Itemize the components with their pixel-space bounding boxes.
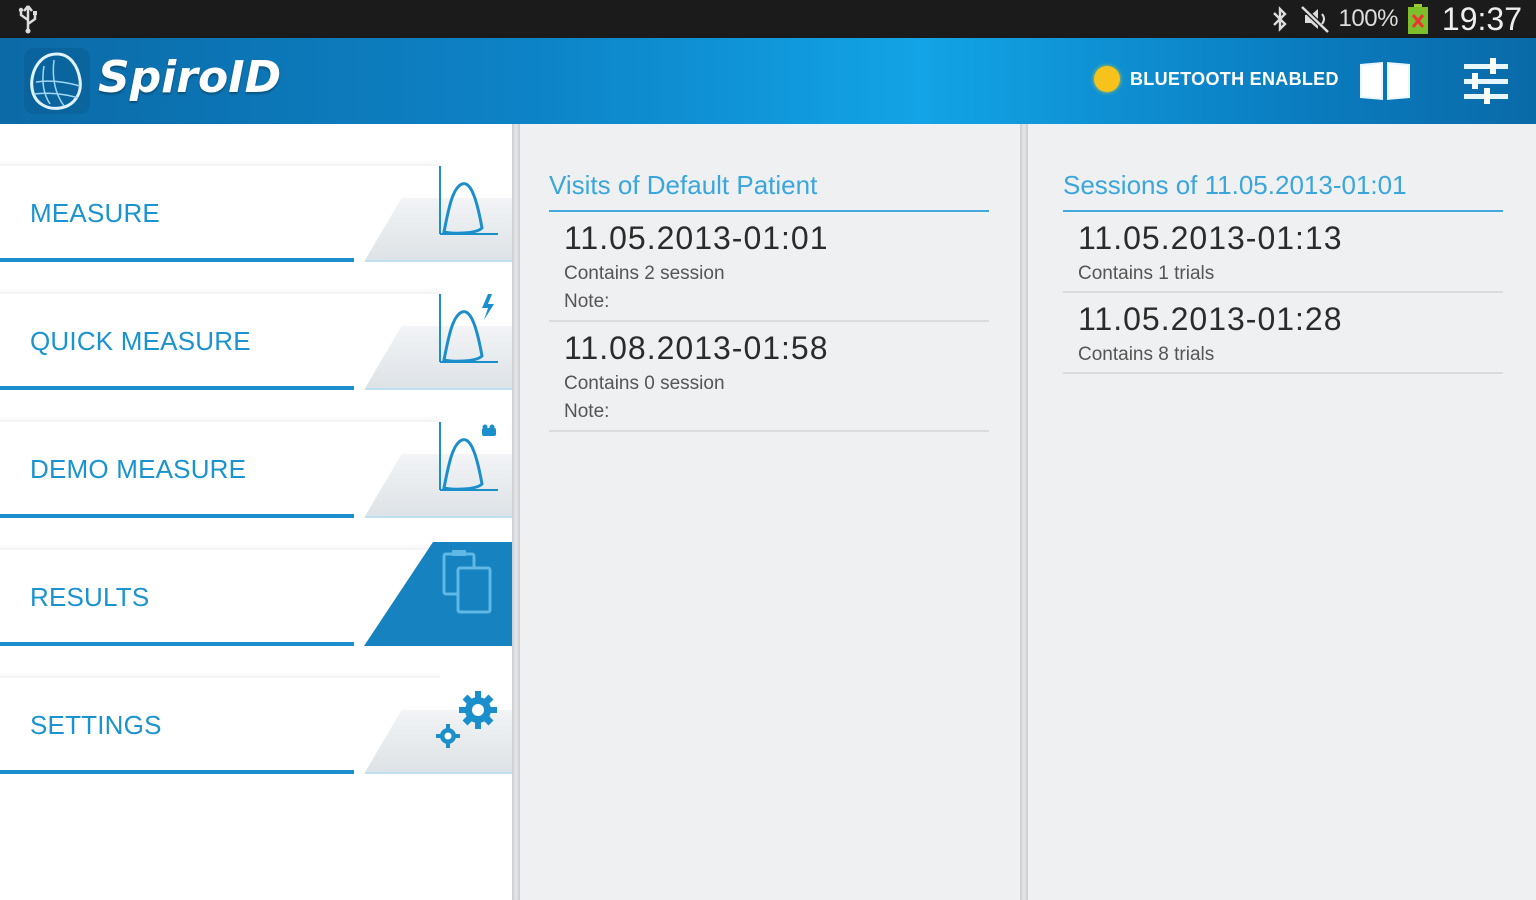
bluetooth-status: BLUETOOTH ENABLED xyxy=(1094,66,1339,92)
session-row[interactable]: 11.05.2013-01:28 Contains 8 trials xyxy=(1078,301,1503,366)
menu-underline xyxy=(0,386,354,390)
menu-item-quick-measure[interactable]: QUICK MEASURE xyxy=(0,282,514,394)
visit-session-count: Contains 2 session xyxy=(564,263,725,284)
menu-wedge-line xyxy=(366,772,514,774)
menu-item-results[interactable]: RESULTS xyxy=(0,538,514,650)
menu-underline xyxy=(0,770,354,774)
visit-row[interactable]: 11.05.2013-01:01 Contains 2 session Note… xyxy=(564,220,989,313)
panel-divider xyxy=(512,124,520,900)
menu-item-measure[interactable]: MEASURE xyxy=(0,154,514,266)
session-title: 11.05.2013-01:28 xyxy=(1078,301,1343,337)
menu-wedge-line xyxy=(366,388,514,390)
app-name: SpiroID xyxy=(98,52,282,103)
visits-panel-title: Visits of Default Patient xyxy=(549,170,818,200)
session-trial-count: Contains 1 trials xyxy=(1078,263,1215,284)
sidebar-menu: MEASURE QUICK MEASURE DEMO MEASURE RESUL… xyxy=(0,124,514,900)
session-title: 11.05.2013-01:13 xyxy=(1078,220,1343,256)
row-separator xyxy=(549,320,989,322)
status-dot-icon xyxy=(1094,66,1120,92)
menu-underline xyxy=(0,642,354,646)
spiroid-logo-icon xyxy=(24,48,90,114)
sessions-panel: Sessions of 11.05.2013-01:01 11.05.2013-… xyxy=(1028,124,1536,900)
gears-icon xyxy=(436,691,497,748)
menu-label: MEASURE xyxy=(30,198,160,228)
menu-label: SETTINGS xyxy=(30,710,162,740)
visit-title: 11.05.2013-01:01 xyxy=(564,220,829,256)
menu-underline xyxy=(0,258,354,262)
visit-title: 11.08.2013-01:58 xyxy=(564,330,829,366)
bell-curve-demo-icon xyxy=(439,422,498,491)
bluetooth-status-label: BLUETOOTH ENABLED xyxy=(1130,68,1339,89)
menu-underline xyxy=(0,514,354,518)
menu-item-demo-measure[interactable]: DEMO MEASURE xyxy=(0,410,514,522)
visit-session-count: Contains 0 session xyxy=(564,373,725,394)
menu-item-settings[interactable]: SETTINGS xyxy=(0,666,514,778)
sessions-panel-title: Sessions of 11.05.2013-01:01 xyxy=(1063,170,1407,200)
bluetooth-icon xyxy=(1272,6,1287,32)
menu-wedge-line xyxy=(366,516,514,518)
usb-icon xyxy=(18,5,37,34)
menu-label: QUICK MEASURE xyxy=(30,326,251,356)
battery-percent: 100% xyxy=(1338,5,1399,32)
app-bar: SpiroID BLUETOOTH ENABLED xyxy=(0,38,1536,124)
clock: 19:37 xyxy=(1441,0,1522,37)
panel-divider xyxy=(1020,124,1028,900)
bell-curve-lightning-icon xyxy=(439,294,498,363)
session-row[interactable]: 11.05.2013-01:13 Contains 1 trials xyxy=(1078,220,1503,285)
copy-documents-icon xyxy=(442,550,492,614)
menu-label: DEMO MEASURE xyxy=(30,454,247,484)
visit-note: Note: xyxy=(564,401,610,422)
battery-icon xyxy=(1407,4,1428,34)
menu-label: RESULTS xyxy=(30,582,150,612)
panel-title-rule xyxy=(1063,210,1503,212)
visit-row[interactable]: 11.08.2013-01:58 Contains 0 session Note… xyxy=(564,330,989,423)
sliders-icon[interactable] xyxy=(1460,56,1512,106)
mute-icon xyxy=(1299,5,1330,34)
row-separator xyxy=(1063,372,1503,374)
row-separator xyxy=(549,430,989,432)
bell-curve-icon xyxy=(439,166,498,235)
menu-wedge-line xyxy=(366,260,514,262)
visits-panel: Visits of Default Patient 11.05.2013-01:… xyxy=(520,124,1020,900)
open-book-icon[interactable] xyxy=(1356,58,1414,102)
visit-note: Note: xyxy=(564,291,610,312)
row-separator xyxy=(1063,291,1503,293)
status-bar: 100% 19:37 xyxy=(0,0,1536,38)
session-trial-count: Contains 8 trials xyxy=(1078,344,1215,365)
panel-title-rule xyxy=(549,210,989,212)
